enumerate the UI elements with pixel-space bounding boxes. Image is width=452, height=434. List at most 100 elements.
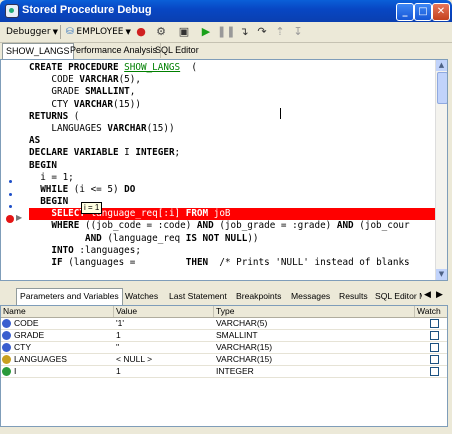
tab-messages[interactable]: Messages [288, 289, 333, 303]
breakpoint-icon[interactable]: ● [134, 25, 148, 39]
step-over-icon[interactable]: ↷ [255, 25, 269, 39]
code-token: CODE [29, 74, 80, 86]
code-text[interactable]: CREATE PROCEDURE SHOW_LANGS ( CODE VARCH… [29, 62, 435, 269]
code-line[interactable]: AND (language_req IS NOT NULL)) [29, 233, 435, 245]
editor-vertical-scrollbar[interactable]: ▲ ▼ [435, 60, 447, 280]
keyword: INTO [29, 244, 74, 256]
code-line[interactable]: LANGUAGES VARCHAR(15)) [29, 123, 435, 135]
code-line[interactable]: CODE VARCHAR(5), [29, 74, 435, 86]
code-line[interactable]: DECLARE VARIABLE I INTEGER; [29, 147, 435, 159]
tab-scroll-left-icon[interactable]: ◀ [424, 290, 431, 300]
watch-cell [415, 318, 447, 329]
code-line[interactable]: RETURNS ( [29, 111, 435, 123]
variable-name: GRADE [14, 330, 45, 340]
tab-watches[interactable]: Watches [122, 289, 161, 303]
settings-icon[interactable]: ⚙ [154, 25, 168, 39]
type-cell: VARCHAR(15) [216, 342, 273, 352]
type-cell: SMALLINT [216, 330, 258, 340]
evaluate-icon[interactable]: ▣ [177, 25, 191, 39]
maximize-button[interactable]: □ [414, 3, 432, 21]
database-label: EMPLOYEE [76, 27, 124, 37]
tab-sql-editor[interactable]: SQL Editor [152, 43, 202, 58]
procedure-name-link[interactable]: SHOW_LANGS [124, 62, 180, 73]
code-token: CTY [29, 98, 74, 110]
code-line[interactable]: INTO :languages; [29, 245, 435, 257]
variable-name: CTY [14, 342, 31, 352]
tab-breakpoints[interactable]: Breakpoints [233, 289, 284, 303]
pause-icon[interactable]: ❚❚ [217, 25, 235, 39]
code-line[interactable]: WHERE ((job_code = :code) AND (job_grade… [29, 220, 435, 232]
code-line[interactable]: GRADE SMALLINT, [29, 86, 435, 98]
code-line[interactable]: AS [29, 135, 435, 147]
value-cell[interactable]: '1' [114, 318, 213, 329]
watch-checkbox[interactable] [430, 355, 439, 364]
separator [60, 25, 61, 39]
code-editor[interactable]: ▶ CREATE PROCEDURE SHOW_LANGS ( CODE VAR… [0, 59, 448, 281]
keyword: THEN [185, 257, 209, 268]
close-button[interactable]: ✕ [432, 3, 450, 21]
code-line[interactable]: CTY VARCHAR(15)) [29, 99, 435, 111]
table-row[interactable]: LANGUAGES < NULL > VARCHAR(15) [1, 354, 447, 366]
value-cell[interactable]: '' [114, 342, 213, 353]
column-header-name[interactable]: Name [1, 306, 114, 317]
scroll-thumb[interactable] [437, 72, 447, 104]
type-cell: VARCHAR(15) [216, 354, 273, 364]
keyword: RETURNS [29, 110, 69, 122]
line-marker-icon [9, 193, 12, 196]
code-token: (15)) [112, 98, 141, 110]
tab-results[interactable]: Results [336, 289, 371, 303]
tab-sql-editor-messages[interactable]: SQL Editor M [372, 289, 422, 303]
tab-last-statement[interactable]: Last Statement [166, 289, 230, 303]
tab-parameters-and-variables[interactable]: Parameters and Variables [16, 288, 123, 305]
table-row[interactable]: I 1 INTEGER [1, 366, 447, 378]
watch-checkbox[interactable] [430, 343, 439, 352]
code-token: (language_req [101, 232, 186, 244]
line-marker-icon [9, 180, 12, 183]
column-header-type[interactable]: Type [214, 306, 415, 317]
keyword: CREATE PROCEDURE [29, 62, 125, 73]
tab-scroll-right-icon[interactable]: ▶ [436, 290, 443, 300]
watch-checkbox[interactable] [430, 367, 439, 376]
code-token: :languages; [73, 244, 141, 256]
run-icon[interactable]: ▶ [199, 25, 213, 39]
scroll-down-icon[interactable]: ▼ [436, 269, 447, 280]
code-token: (5), [118, 74, 141, 86]
value-cell[interactable]: 1 [114, 366, 213, 377]
watch-checkbox[interactable] [430, 319, 439, 328]
panel-tabs: Parameters and Variables Watches Last St… [0, 288, 452, 305]
keyword: FROM [185, 208, 209, 220]
minimize-button[interactable]: _ [396, 3, 414, 21]
run-to-cursor-icon[interactable]: ↧ [291, 25, 305, 39]
value-cell[interactable]: 1 [114, 330, 213, 341]
type-cell: VARCHAR(5) [216, 318, 268, 328]
tab-performance-analysis[interactable]: Performance Analysis [67, 43, 162, 58]
name-cell: CODE [1, 318, 111, 329]
variable-tooltip: i = 1 [81, 202, 103, 214]
code-line[interactable]: BEGIN [29, 160, 435, 172]
debugger-menu-button[interactable]: Debugger ▼ [6, 24, 58, 40]
watch-checkbox[interactable] [430, 331, 439, 340]
breakpoint-marker-icon[interactable] [6, 215, 14, 223]
database-menu-button[interactable]: ⛁ EMPLOYEE ▼ [66, 24, 131, 40]
code-line[interactable]: WHILE (i <= 5) DO [29, 184, 435, 196]
value-cell[interactable]: < NULL > [114, 354, 213, 365]
table-row[interactable]: CTY '' VARCHAR(15) [1, 342, 447, 354]
column-header-watch[interactable]: Watch [415, 306, 447, 317]
keyword: VARCHAR [79, 74, 119, 86]
code-line[interactable]: CREATE PROCEDURE SHOW_LANGS ( [29, 62, 435, 74]
variable-icon [2, 355, 11, 364]
table-row[interactable]: CODE '1' VARCHAR(5) [1, 318, 447, 330]
tab-show-langs[interactable]: SHOW_LANGS [2, 43, 74, 60]
step-out-icon[interactable]: ⇡ [273, 25, 287, 39]
code-line[interactable]: IF (languages = THEN /* Prints 'NULL' in… [29, 257, 435, 269]
type-cell: INTEGER [216, 366, 254, 376]
code-line[interactable]: i = 1; [29, 172, 435, 184]
scroll-up-icon[interactable]: ▲ [436, 60, 447, 71]
keyword: IS NOT NULL [185, 232, 248, 244]
step-into-icon[interactable]: ↴ [237, 25, 251, 39]
column-header-value[interactable]: Value [114, 306, 214, 317]
table-row[interactable]: GRADE 1 SMALLINT [1, 330, 447, 342]
variable-icon [2, 331, 11, 340]
editor-gutter[interactable]: ▶ [1, 60, 26, 280]
